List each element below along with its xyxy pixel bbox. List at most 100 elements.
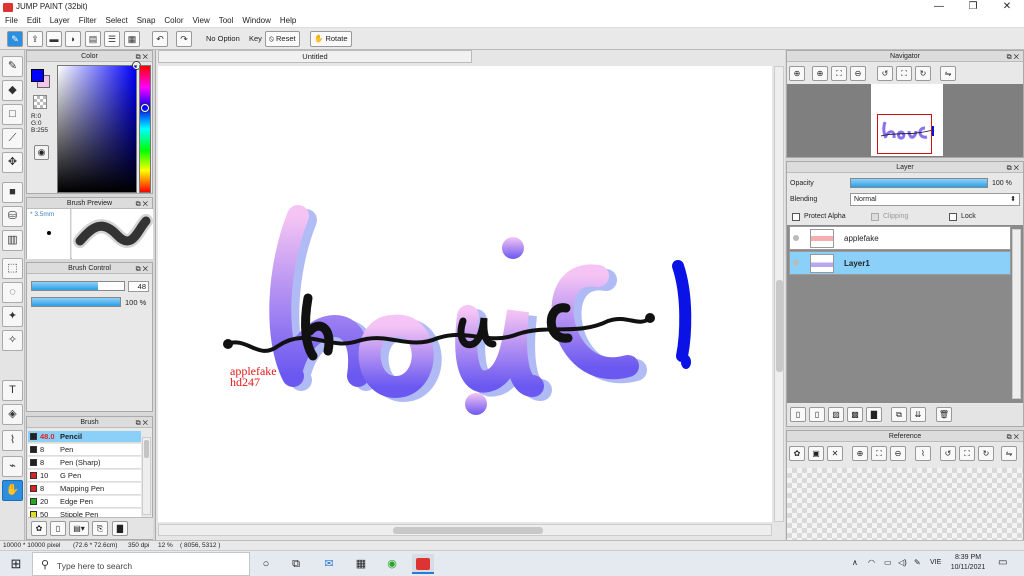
magic-wand-icon[interactable]: ✦ xyxy=(2,306,23,327)
comment-icon[interactable]: ▬ xyxy=(46,31,62,47)
navigator-view[interactable] xyxy=(787,84,1023,157)
merge-layer-icon[interactable]: ⇊ xyxy=(910,407,926,422)
palette-icon[interactable]: ◉ xyxy=(34,145,49,160)
protect-alpha-checkbox[interactable] xyxy=(792,213,800,221)
mail-icon[interactable]: ✉ xyxy=(318,554,340,574)
new-8bit-layer-icon[interactable]: ▯ xyxy=(809,407,825,422)
menu-help[interactable]: Help xyxy=(275,15,300,25)
brush-list-scrollbar[interactable] xyxy=(142,437,151,515)
page-icon[interactable]: ▤ xyxy=(85,31,101,47)
grid-icon[interactable]: ▦ xyxy=(124,31,140,47)
windows-start-icon[interactable]: ⊞ xyxy=(0,551,32,576)
brush-item[interactable]: 8 Pen xyxy=(28,444,141,456)
tray-chevron-icon[interactable]: ∧ xyxy=(852,558,858,567)
fill-rect-tool-icon[interactable]: ■ xyxy=(2,182,23,203)
speech-icon[interactable]: ◗ xyxy=(65,31,81,47)
pipette-icon[interactable]: ⌁ xyxy=(2,456,23,477)
zoom-in-icon[interactable]: ⊕ xyxy=(852,446,868,461)
rotate-button[interactable]: ✋ Rotate xyxy=(310,31,352,47)
notification-icon[interactable]: ▭ xyxy=(998,557,1007,568)
panel-controls[interactable]: ⧉✕ xyxy=(1007,52,1021,63)
clipping-checkbox[interactable] xyxy=(871,213,879,221)
flip-icon[interactable]: ⇋ xyxy=(940,66,956,81)
fit-icon[interactable]: ⛶ xyxy=(831,66,847,81)
rect-select-icon[interactable]: ⬚ xyxy=(2,258,23,279)
visibility-icon[interactable] xyxy=(793,235,799,241)
zoom-in-icon[interactable]: ⊕ xyxy=(789,66,805,81)
cortana-icon[interactable]: ○ xyxy=(255,554,277,574)
lock-checkbox[interactable] xyxy=(949,213,957,221)
blending-select[interactable]: Normal ⬍ xyxy=(850,193,1020,206)
layer-opacity-slider[interactable] xyxy=(850,178,988,188)
copy-brush-icon[interactable]: ⎘ xyxy=(92,521,108,536)
duplicate-layer-icon[interactable]: ⧉ xyxy=(891,407,907,422)
horizontal-scroll-thumb[interactable] xyxy=(393,527,543,534)
battery-icon[interactable]: ▭ xyxy=(884,558,892,567)
browser-icon[interactable]: ◉ xyxy=(381,554,403,574)
menu-window[interactable]: Window xyxy=(237,15,274,25)
layer-row-applefake[interactable]: applefake xyxy=(789,226,1011,250)
new-layer-icon[interactable]: ▯ xyxy=(790,407,806,422)
vertical-scroll-thumb[interactable] xyxy=(776,280,783,372)
network-icon[interactable]: ◠ xyxy=(868,558,875,567)
panel-controls[interactable]: ⧉✕ xyxy=(1007,163,1021,174)
layer-row-layer1[interactable]: Layer1 xyxy=(789,251,1011,275)
hand-tool-icon[interactable]: ✋ xyxy=(2,480,23,501)
menu-select[interactable]: Select xyxy=(100,15,131,25)
saturation-value-picker[interactable] xyxy=(57,62,140,193)
rotate-left-icon[interactable]: ↺ xyxy=(940,446,956,461)
task-view-icon[interactable]: ⧉ xyxy=(285,554,307,574)
close-button[interactable]: ✕ xyxy=(990,0,1024,15)
minimize-button[interactable]: — xyxy=(922,0,956,15)
delete-layer-icon[interactable]: 🗑 xyxy=(936,407,952,422)
rotate-left-icon[interactable]: ↺ xyxy=(877,66,893,81)
text-tool-icon[interactable]: T xyxy=(2,380,23,401)
rotate-right-icon[interactable]: ↻ xyxy=(915,66,931,81)
zoom-in-small-icon[interactable]: ⊕ xyxy=(812,66,828,81)
eyedropper-icon[interactable]: ⌇ xyxy=(915,446,931,461)
panel-controls[interactable]: ⧉✕ xyxy=(1007,432,1021,443)
menu-snap[interactable]: Snap xyxy=(132,15,160,25)
bucket-tool-icon[interactable]: ⛁ xyxy=(2,206,23,227)
new-1bit-layer-icon[interactable]: ▨ xyxy=(828,407,844,422)
taskbar-search[interactable]: ⚲ Type here to search xyxy=(32,552,250,576)
clock[interactable]: 8:39 PM 10/11/2021 xyxy=(945,553,991,573)
reference-settings-icon[interactable]: ✿ xyxy=(789,446,805,461)
layer-list-scrollbar[interactable] xyxy=(1012,229,1021,399)
brush-item[interactable]: 8 Pen (Sharp) xyxy=(28,457,141,469)
volume-icon[interactable]: ◁) xyxy=(898,558,907,567)
menu-layer[interactable]: Layer xyxy=(45,15,74,25)
fit-icon[interactable]: ⛶ xyxy=(871,446,887,461)
pen-icon[interactable]: ✎ xyxy=(914,558,921,567)
gradient-tool-icon[interactable]: ▥ xyxy=(2,230,23,251)
new-folder-icon[interactable]: ▇ xyxy=(866,407,882,422)
jump-paint-task-icon[interactable] xyxy=(412,554,434,574)
quick-mode-icon[interactable]: ✎ xyxy=(7,31,23,47)
fit-window-icon[interactable]: ⛶ xyxy=(896,66,912,81)
zoom-out-icon[interactable]: ⊖ xyxy=(890,446,906,461)
brush-size-value[interactable]: 48 xyxy=(128,281,149,292)
navigator-viewport-rect[interactable] xyxy=(877,114,932,154)
reference-view[interactable] xyxy=(787,468,1023,540)
close-reference-icon[interactable]: ✕ xyxy=(827,446,843,461)
canvas-vertical-scrollbar[interactable] xyxy=(774,66,784,522)
redo-icon[interactable]: ↷ xyxy=(176,31,192,47)
rectangle-tool-icon[interactable]: □ xyxy=(2,104,23,125)
brush-folder-icon[interactable]: ▇ xyxy=(112,521,128,536)
language-indicator[interactable]: VIE xyxy=(930,559,941,566)
canvas-horizontal-scrollbar[interactable] xyxy=(158,524,772,536)
brush-item[interactable]: 20 Edge Pen xyxy=(28,496,141,508)
menu-view[interactable]: View xyxy=(188,15,214,25)
shape-tool-icon[interactable]: ◈ xyxy=(2,404,23,425)
lasso-select-icon[interactable]: ◌ xyxy=(2,282,23,303)
move-tool-icon[interactable]: ✥ xyxy=(2,152,23,173)
menu-filter[interactable]: Filter xyxy=(74,15,101,25)
export-icon[interactable]: ⇪ xyxy=(27,31,43,47)
transparent-color-swatch[interactable] xyxy=(33,95,47,109)
hue-slider[interactable] xyxy=(139,65,151,193)
fit-window-icon[interactable]: ⛶ xyxy=(959,446,975,461)
brush-item[interactable]: 8 Mapping Pen xyxy=(28,483,141,495)
eraser-tool-icon[interactable]: ◆ xyxy=(2,80,23,101)
panel-controls[interactable]: ⧉✕ xyxy=(136,264,150,275)
restore-button[interactable]: ❐ xyxy=(956,0,990,15)
